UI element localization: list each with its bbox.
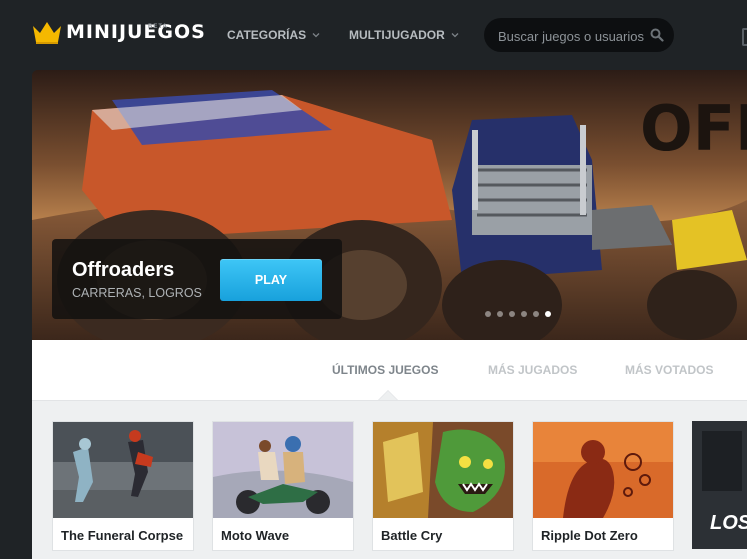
game-card[interactable]: Battle Cry [372, 421, 514, 551]
game-card[interactable]: LOS [692, 421, 747, 549]
top-header: MINIJUEGOS BETA CATEGORÍAS MULTIJUGADOR [0, 0, 747, 70]
search-icon[interactable] [650, 28, 664, 42]
carousel-dot[interactable] [497, 311, 503, 317]
carousel-dot[interactable] [533, 311, 539, 317]
carousel-dot[interactable] [509, 311, 515, 317]
game-thumbnail [533, 422, 673, 518]
nav-multijugador[interactable]: MULTIJUGADOR [349, 28, 459, 42]
chevron-down-icon [451, 33, 459, 38]
game-title: Ripple Dot Zero [541, 528, 638, 543]
site-logo[interactable]: MINIJUEGOS [32, 20, 206, 50]
game-title: Battle Cry [381, 528, 443, 543]
nav-multijugador-label: MULTIJUGADOR [349, 28, 445, 42]
featured-banner[interactable]: OFFR Offroaders CARRERAS, LOGROS PLAY [32, 70, 747, 340]
tab-mas-jugados[interactable]: MÁS JUGADOS [488, 363, 577, 377]
search-input[interactable] [496, 18, 648, 54]
active-tab-indicator-fill [379, 391, 397, 400]
tab-ultimos-juegos[interactable]: ÚLTIMOS JUEGOS [332, 363, 438, 377]
featured-game-info: Offroaders CARRERAS, LOGROS PLAY [52, 239, 342, 319]
chevron-down-icon [312, 33, 320, 38]
beta-badge: BETA [148, 24, 168, 30]
play-button[interactable]: PLAY [220, 259, 322, 301]
game-card[interactable]: Ripple Dot Zero [532, 421, 674, 551]
crown-icon [33, 22, 61, 44]
nav-categorias[interactable]: CATEGORÍAS [227, 28, 320, 42]
tab-mas-votados[interactable]: MÁS VOTADOS [625, 363, 713, 377]
logo-text: MINIJUEGOS [66, 21, 206, 43]
game-thumbnail [213, 422, 353, 518]
game-thumbnail [373, 422, 513, 518]
game-list-tabs: ÚLTIMOS JUEGOS MÁS JUGADOS MÁS VOTADOS [32, 340, 747, 401]
game-card[interactable]: The Funeral Corpse [52, 421, 194, 551]
carousel-dot[interactable] [485, 311, 491, 317]
carousel-dots [485, 311, 551, 317]
game-card[interactable]: Moto Wave [212, 421, 354, 551]
game-thumbnail: LOS [692, 421, 747, 549]
search-box [484, 18, 674, 54]
nav-categorias-label: CATEGORÍAS [227, 28, 307, 42]
game-grid: The Funeral Corpse Moto Wave Battle Cry [32, 401, 747, 559]
featured-game-tags: CARRERAS, LOGROS [72, 286, 202, 300]
game-title: The Funeral Corpse [61, 528, 184, 543]
banner-logo-text: OFFR [640, 92, 747, 165]
game-thumbnail [53, 422, 193, 518]
game-thumbnail-text: LOS [710, 512, 747, 534]
user-menu-icon[interactable] [742, 28, 747, 46]
game-title: Moto Wave [221, 528, 290, 543]
carousel-dot-active[interactable] [545, 311, 551, 317]
carousel-dot[interactable] [521, 311, 527, 317]
featured-game-title[interactable]: Offroaders [72, 259, 174, 282]
